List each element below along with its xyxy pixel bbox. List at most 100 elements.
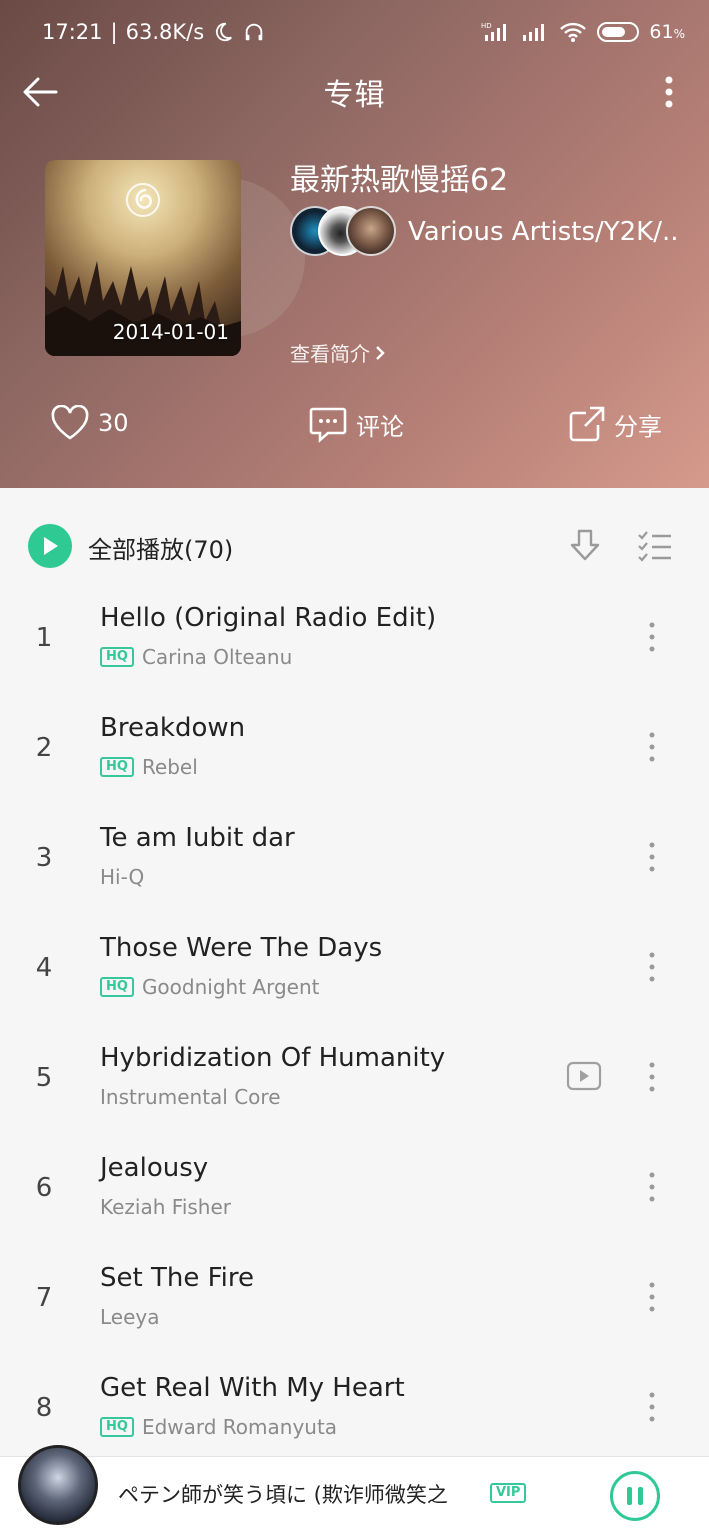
track-title: Hello (Original Radio Edit) [100,603,437,633]
track-list-panel: 全部播放(70) 1 Hello (Original Radio Edit) H… [0,488,709,1456]
track-artist: Hi-Q [100,865,145,889]
hd-signal-icon: HD [481,21,511,43]
battery-level: 61% [649,21,685,43]
album-cover[interactable]: 2014-01-01 [45,160,241,356]
view-intro-label: 查看简介 [290,342,370,366]
track-row[interactable]: 5 Hybridization Of Humanity Instrumental… [0,1025,709,1135]
view-intro-link[interactable]: 查看简介 [290,338,386,367]
track-more-button[interactable] [640,1167,664,1207]
track-more-button[interactable] [640,837,664,877]
track-number: 5 [35,1063,53,1093]
hq-badge: HQ [100,977,134,997]
track-number: 6 [35,1173,53,1203]
track-artist: Rebel [141,755,198,779]
track-row[interactable]: 7 Set The Fire Leeya [0,1245,709,1355]
share-button[interactable]: 分享 [568,405,662,443]
track-title: Those Were The Days [100,933,383,963]
track-subtitle: Hi-Q [100,865,144,889]
track-artist: Goodnight Argent [141,975,320,999]
mv-button[interactable] [566,1061,602,1091]
wifi-icon [559,21,587,43]
play-all-row[interactable]: 全部播放(70) [0,518,709,574]
track-title: Hybridization Of Humanity [100,1043,446,1073]
page-title: 专辑 [323,78,386,113]
track-subtitle: Leeya [100,1305,160,1329]
status-divider: | [110,20,118,44]
track-subtitle: HQ Carina Olteanu [100,645,292,669]
track-row[interactable]: 2 Breakdown HQ Rebel [0,695,709,805]
battery-icon [597,22,640,42]
status-bar: 17:21 | 63.8K/s HD 61% [0,0,709,64]
track-subtitle: Keziah Fisher [100,1195,231,1219]
track-number: 4 [35,953,53,983]
track-more-button[interactable] [640,617,664,657]
track-artist: Keziah Fisher [100,1195,231,1219]
hq-badge: HQ [100,647,134,667]
multi-select-button[interactable] [636,528,674,564]
pause-bar [638,1487,643,1505]
album-cover-area[interactable]: 2014-01-01 [45,160,305,356]
like-count: 30 [98,409,129,437]
back-button[interactable] [20,72,60,112]
more-vertical-icon [649,952,655,982]
more-vertical-icon [649,732,655,762]
signal-icon [521,21,549,43]
like-button[interactable]: 30 [50,405,129,441]
now-playing-title[interactable]: ペテン師が笑う頃に (欺诈师微笑之 [118,1479,478,1509]
album-title: 最新热歌慢摇62 [290,163,509,198]
artist-names[interactable]: Various Artists/Y2K/... [408,217,678,247]
track-row[interactable]: 3 Te am Iubit dar Hi-Q [0,805,709,915]
artist-row[interactable]: Various Artists/Y2K/... [290,206,678,258]
track-row[interactable]: 6 Jealousy Keziah Fisher [0,1135,709,1245]
status-speed: 63.8K/s [125,20,205,44]
track-title: Jealousy [100,1153,209,1183]
track-more-button[interactable] [640,1277,664,1317]
arrow-left-icon [23,77,58,107]
download-icon [570,529,600,561]
play-all-label[interactable]: 全部播放(70) [88,530,233,565]
more-vertical-icon [649,1282,655,1312]
now-playing-cover[interactable] [18,1445,98,1525]
track-title: Get Real With My Heart [100,1373,405,1403]
status-time: 17:21 [42,20,103,44]
moon-icon [212,21,234,43]
track-row[interactable]: 1 Hello (Original Radio Edit) HQ Carina … [0,585,709,695]
top-bar: 专辑 [0,60,709,124]
track-subtitle: HQ Rebel [100,755,198,779]
track-artist: Instrumental Core [100,1085,281,1109]
comment-button[interactable]: 评论 [308,405,404,443]
chevron-right-icon [376,345,385,360]
pause-button[interactable] [610,1471,660,1521]
artist-avatars [290,206,400,258]
track-number: 7 [35,1283,53,1313]
more-vertical-icon [665,76,673,108]
comment-label: 评论 [356,412,404,441]
track-number: 1 [35,623,53,653]
hq-badge: HQ [100,1417,134,1437]
download-button[interactable] [568,528,602,564]
album-actions: 30 评论 分享 [0,405,709,455]
track-subtitle: Instrumental Core [100,1085,281,1109]
track-artist: Carina Olteanu [141,645,293,669]
status-right: HD 61% [481,21,685,43]
mini-player[interactable]: ペテン師が笑う頃に (欺诈师微笑之 VIP [0,1445,709,1536]
more-vertical-icon [649,842,655,872]
track-subtitle: HQ Goodnight Argent [100,975,319,999]
heart-icon [51,405,89,440]
play-all-button[interactable] [28,524,72,568]
share-icon [569,406,605,442]
vip-badge: VIP [490,1483,527,1503]
track-artist: Leeya [100,1305,160,1329]
track-title: Set The Fire [100,1263,254,1293]
status-left: 17:21 | 63.8K/s [42,20,266,44]
track-more-button[interactable] [640,1387,664,1427]
comment-icon [309,407,347,443]
track-more-button[interactable] [640,727,664,767]
track-more-button[interactable] [640,947,664,987]
track-number: 8 [35,1393,53,1423]
track-more-button[interactable] [640,1057,664,1097]
track-row[interactable]: 8 Get Real With My Heart HQ Edward Roman… [0,1355,709,1465]
album-header: 17:21 | 63.8K/s HD 61% 专辑 2014-01-01 最新热… [0,0,709,488]
more-menu-button[interactable] [657,72,681,112]
track-row[interactable]: 4 Those Were The Days HQ Goodnight Argen… [0,915,709,1025]
